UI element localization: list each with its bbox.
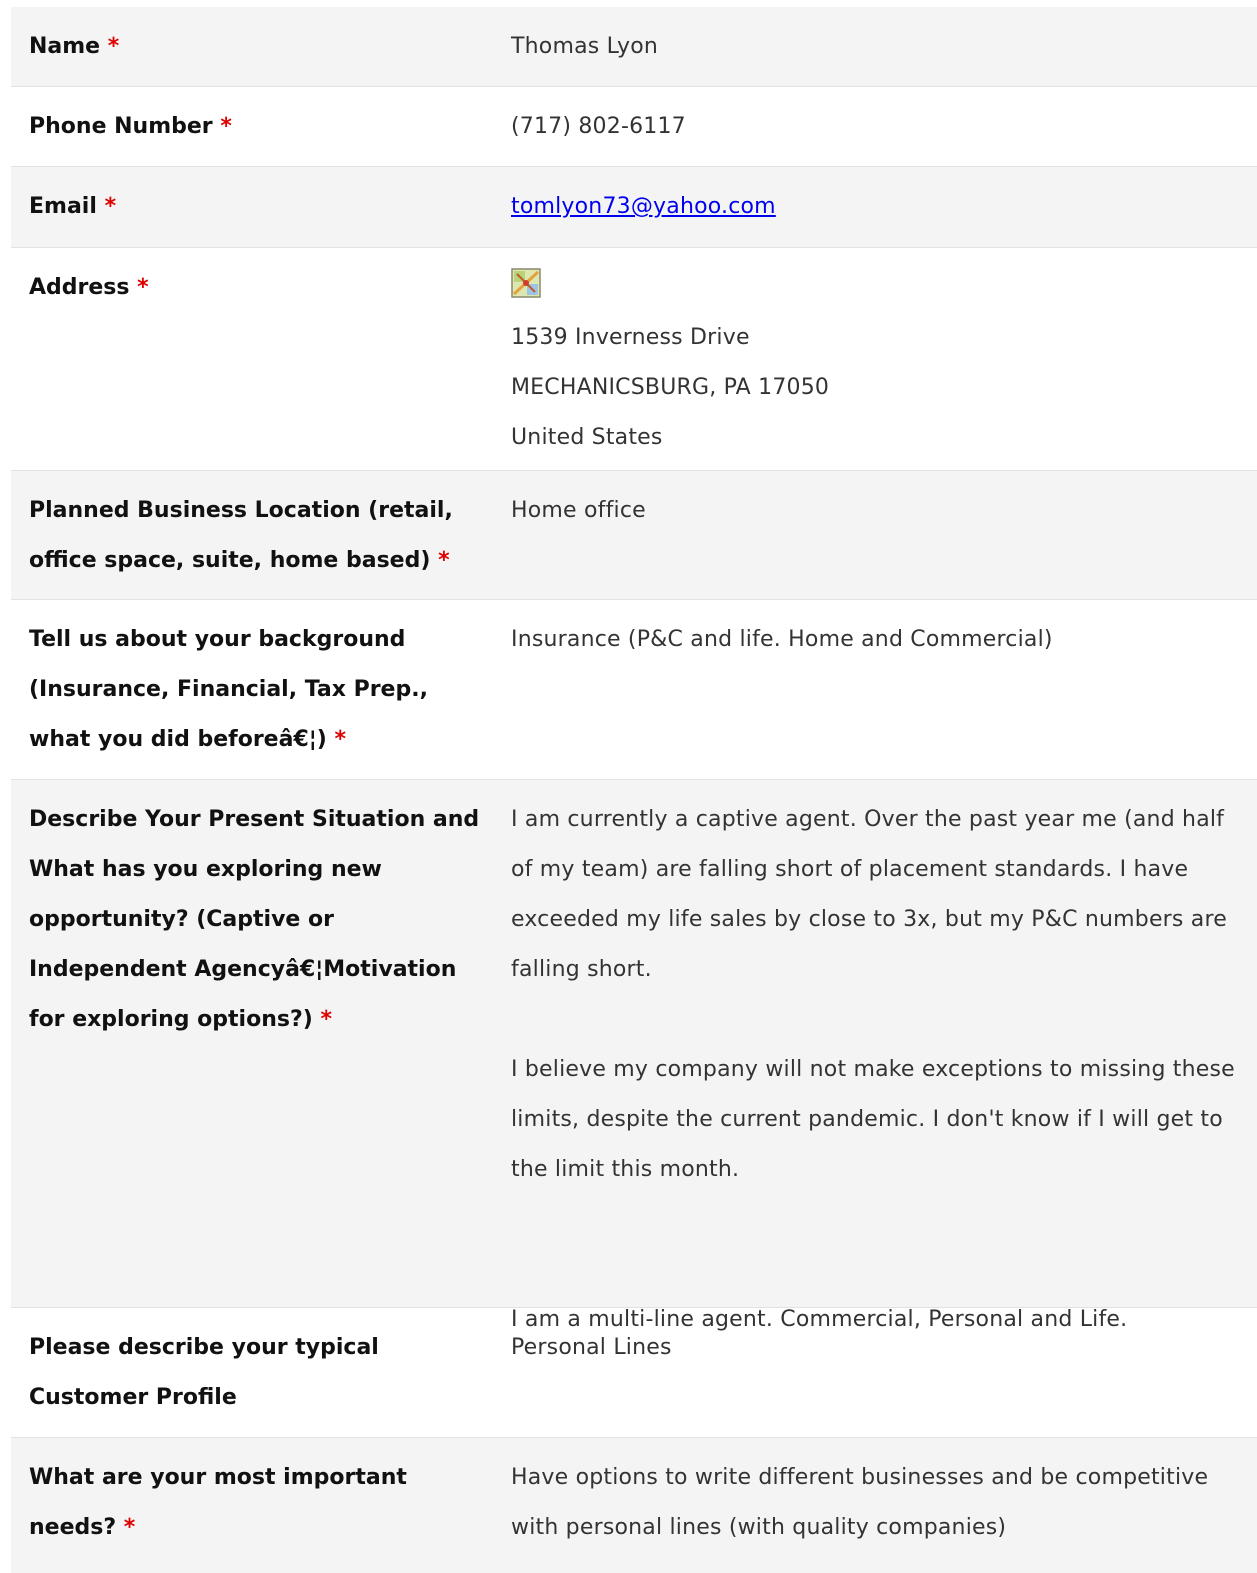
table-row-customer-profile: Please describe your typical Customer Pr…: [11, 1308, 1257, 1438]
table-row-address: Address * 1539 Inverness Drive MECHANICS…: [11, 248, 1257, 471]
field-label-location: Planned Business Location (retail, offic…: [11, 486, 493, 599]
situation-paragraph-2: I believe my company will not make excep…: [511, 1057, 1235, 1182]
label-text: Address: [29, 275, 130, 300]
field-label-address: Address *: [11, 263, 493, 470]
field-value-customer-profile: Personal Lines: [511, 1335, 672, 1360]
table-row-name: Name * Thomas Lyon: [11, 7, 1257, 87]
required-asterisk: *: [438, 548, 450, 573]
required-asterisk: *: [334, 727, 347, 752]
field-value-address: 1539 Inverness Drive MECHANICSBURG, PA 1…: [493, 263, 1257, 470]
required-asterisk: *: [320, 1007, 332, 1032]
label-text: What are your most important needs?: [29, 1465, 407, 1540]
field-label-background: Tell us about your background (Insurance…: [11, 615, 493, 779]
field-label-phone: Phone Number *: [11, 102, 493, 166]
field-value-location: Home office: [511, 498, 646, 523]
email-link[interactable]: tomlyon73@yahoo.com: [511, 194, 776, 219]
required-asterisk: *: [107, 34, 120, 59]
field-label-needs: What are your most important needs? *: [11, 1453, 493, 1573]
label-text: Describe Your Present Situation and What…: [29, 807, 480, 1032]
field-value-name: Thomas Lyon: [511, 34, 659, 59]
table-row-location: Planned Business Location (retail, offic…: [11, 471, 1257, 600]
label-text: Email: [29, 194, 97, 219]
field-value-background: Insurance (P&C and life. Home and Commer…: [511, 627, 1053, 652]
submission-table: Name * Thomas Lyon Phone Number * (717) …: [11, 7, 1257, 1573]
situation-paragraph-1: I am currently a captive agent. Over the…: [511, 807, 1227, 982]
field-label-situation: Describe Your Present Situation and What…: [11, 795, 493, 1307]
required-asterisk: *: [137, 275, 149, 300]
table-row-situation: Describe Your Present Situation and What…: [11, 780, 1257, 1332]
label-text: Planned Business Location (retail, offic…: [29, 498, 453, 573]
required-asterisk: *: [123, 1515, 136, 1540]
label-text: Name: [29, 34, 101, 59]
field-value-needs: Have options to write different business…: [511, 1465, 1209, 1540]
map-icon[interactable]: [511, 267, 541, 298]
table-row-needs: What are your most important needs? * Ha…: [11, 1438, 1257, 1573]
field-value-email: tomlyon73@yahoo.com: [493, 182, 1257, 247]
required-asterisk: *: [104, 194, 117, 219]
field-value-phone: (717) 802-6117: [511, 114, 686, 139]
field-label-name: Name *: [11, 22, 493, 86]
required-asterisk: *: [220, 114, 232, 139]
field-label-customer-profile: Please describe your typical Customer Pr…: [11, 1323, 493, 1437]
label-text: Please describe your typical Customer Pr…: [29, 1335, 379, 1410]
label-text: Tell us about your background (Insurance…: [29, 627, 428, 752]
table-row-background: Tell us about your background (Insurance…: [11, 600, 1257, 780]
field-label-email: Email *: [11, 182, 493, 247]
address-line-2: MECHANICSBURG, PA 17050: [511, 375, 830, 400]
address-line-1: 1539 Inverness Drive: [511, 325, 750, 350]
table-row-phone: Phone Number * (717) 802-6117: [11, 87, 1257, 167]
address-line-3: United States: [511, 425, 663, 450]
table-row-email: Email * tomlyon73@yahoo.com: [11, 167, 1257, 248]
label-text: Phone Number: [29, 114, 213, 139]
field-value-situation: I am currently a captive agent. Over the…: [493, 795, 1257, 1332]
